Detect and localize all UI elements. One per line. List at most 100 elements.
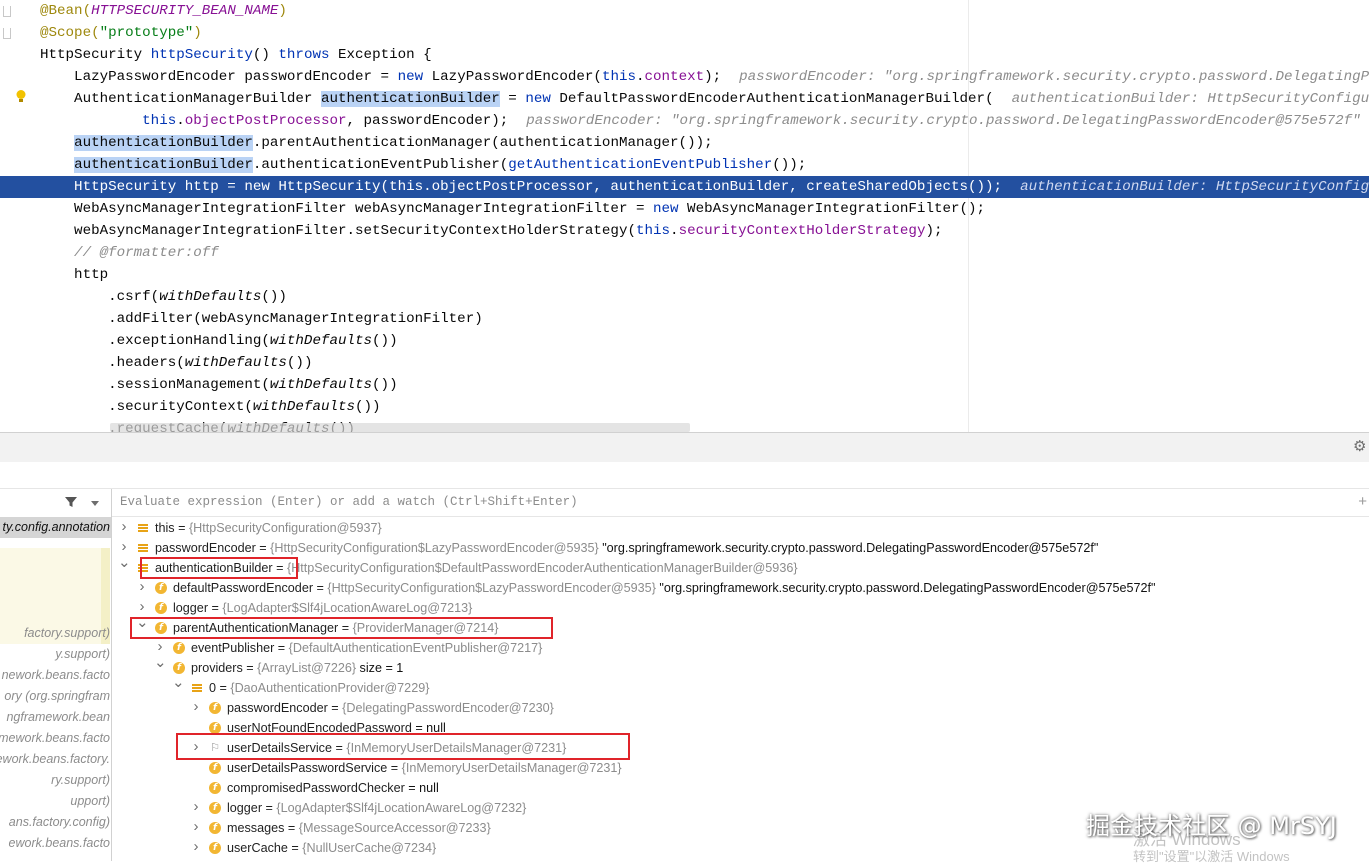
add-watch-icon[interactable]: + [1358, 493, 1367, 510]
variable-type: {DefaultAuthenticationEventPublisher@721… [288, 641, 543, 655]
code-line[interactable]: WebAsyncManagerIntegrationFilter webAsyn… [0, 198, 1369, 220]
chevron-right-icon[interactable]: › [190, 797, 202, 817]
frame-item[interactable]: ans.factory.config) [9, 812, 110, 833]
code-line-text: AuthenticationManagerBuilder authenticat… [40, 88, 1369, 110]
chevron-down-icon[interactable]: ⌄ [154, 653, 167, 673]
equals-sign: = [242, 661, 258, 675]
code-editor[interactable]: @Bean(HTTPSECURITY_BEAN_NAME) @Scope("pro… [0, 0, 1369, 432]
chevron-right-icon[interactable]: › [190, 817, 202, 837]
code-line[interactable]: authenticationBuilder.parentAuthenticati… [0, 132, 1369, 154]
code-token: HTTPSECURITY_BEAN_NAME [91, 3, 279, 19]
code-line-text: @Bean(HTTPSECURITY_BEAN_NAME) [40, 0, 287, 22]
frame-item[interactable]: ry.support) [51, 770, 110, 791]
frame-item-selected[interactable]: ty.config.annotation [0, 517, 111, 538]
variable-row[interactable]: f compromisedPasswordChecker = null [112, 778, 1362, 798]
frame-item[interactable]: ngframework.bean [6, 707, 110, 728]
code-token: ); [925, 223, 943, 239]
variable-row[interactable]: › f eventPublisher = {DefaultAuthenticatio… [112, 638, 1362, 658]
code-token: .csrf( [40, 289, 160, 305]
code-line-text: // @formatter:off [40, 242, 219, 264]
frame-item[interactable]: ory (org.springfram [4, 686, 110, 707]
field-icon: f [155, 602, 167, 614]
inline-debug-value: passwordEncoder: "org.springframework.se… [526, 113, 1361, 129]
current-execution-line[interactable]: HttpSecurity http = new HttpSecurity(thi… [0, 176, 1369, 198]
code-line[interactable]: .csrf(withDefaults()) [0, 286, 1369, 308]
code-line[interactable]: @Bean(HTTPSECURITY_BEAN_NAME) [0, 0, 1369, 22]
evaluate-expression-input[interactable]: Evaluate expression (Enter) or add a wat… [120, 495, 578, 509]
code-token: authenticationBuilder [320, 91, 500, 107]
code-line[interactable]: .headers(withDefaults()) [0, 352, 1369, 374]
variable-type: {DaoAuthenticationProvider@7229} [230, 681, 430, 695]
code-line[interactable]: this.objectPostProcessor, passwordEncode… [0, 110, 1369, 132]
variable-row[interactable]: › f logger = {LogAdapter$Slf4jLocationAwar… [112, 598, 1362, 618]
code-line[interactable]: @Scope("prototype") [0, 22, 1369, 44]
filter-icon[interactable] [64, 495, 78, 509]
variable-row[interactable]: › this = {HttpSecurityConfiguration@5937} [112, 518, 1362, 538]
code-line[interactable]: authenticationBuilder.authenticationEven… [0, 154, 1369, 176]
variable-row[interactable]: › passwordEncoder = {HttpSecurityConfigur… [112, 538, 1362, 558]
code-token: WebAsyncManagerIntegrationFilter webAsyn… [40, 201, 653, 217]
code-token: throws [278, 47, 330, 63]
variable-name: providers [191, 661, 243, 675]
chevron-right-icon[interactable]: › [190, 837, 202, 857]
equals-sign: = [327, 701, 343, 715]
variable-value: = null [404, 781, 439, 795]
code-line-text: this.objectPostProcessor, passwordEncode… [40, 110, 1361, 132]
variable-name: messages [227, 821, 285, 835]
code-token: HttpSecurity [40, 47, 151, 63]
chevron-down-icon[interactable] [91, 501, 99, 506]
code-line[interactable]: webAsyncManagerIntegrationFilter.setSecu… [0, 220, 1369, 242]
frame-item[interactable]: nework.beans.facto [2, 665, 110, 686]
inline-debug-value: passwordEncoder: "org.springframework.se… [739, 69, 1369, 85]
code-line[interactable]: .exceptionHandling(withDefaults()) [0, 330, 1369, 352]
code-line[interactable]: http [0, 264, 1369, 286]
variable-name: this [155, 521, 175, 535]
local-variable-icon [137, 522, 149, 534]
code-token: ()) [261, 289, 287, 305]
code-line[interactable]: .securityContext(withDefaults()) [0, 396, 1369, 418]
code-line[interactable]: .sessionManagement(withDefaults()) [0, 374, 1369, 396]
code-token: . [670, 223, 679, 239]
variable-row[interactable]: ⌄ authenticationBuilder = {HttpSecurityCo… [112, 554, 1362, 578]
code-line[interactable]: AuthenticationManagerBuilder authenticat… [0, 88, 1369, 110]
field-icon: f [209, 762, 221, 774]
code-token: LazyPasswordEncoder passwordEncoder = [40, 69, 398, 85]
code-token: . [636, 69, 645, 85]
code-token: // @formatter:off [40, 245, 219, 261]
chevron-down-icon[interactable]: ⌄ [172, 673, 185, 693]
chevron-right-icon[interactable]: › [118, 517, 130, 537]
frame-item[interactable]: factory.support) [24, 623, 110, 644]
frame-item[interactable]: ework.beans.factory. [0, 749, 110, 770]
horizontal-scrollbar[interactable] [110, 423, 690, 432]
variable-name: userCache [227, 841, 288, 855]
frame-item[interactable]: ework.beans.facto [9, 833, 110, 854]
chevron-right-icon[interactable]: › [136, 577, 148, 597]
code-line[interactable]: .addFilter(webAsyncManagerIntegrationFil… [0, 308, 1369, 330]
frame-item[interactable]: y.support) [55, 644, 110, 665]
variable-row[interactable]: › f passwordEncoder = {DelegatingPasswordE… [112, 698, 1362, 718]
variable-text: defaultPasswordEncoder = {HttpSecurityCo… [173, 578, 1156, 598]
variable-row[interactable]: ⌄ f providers = {ArrayList@7226} size = 1 [112, 654, 1362, 678]
evaluate-expression-bar[interactable]: Evaluate expression (Enter) or add a wat… [112, 489, 1369, 517]
variable-name: logger [173, 601, 209, 615]
code-token: . [176, 113, 185, 129]
code-line[interactable]: // @formatter:off [0, 242, 1369, 264]
variable-row[interactable]: › f defaultPasswordEncoder = {HttpSecurity… [112, 578, 1362, 598]
code-token: () [252, 47, 279, 63]
variable-row[interactable]: ⌄ 0 = {DaoAuthenticationProvider@7229} [112, 674, 1362, 698]
variable-text: passwordEncoder = {DelegatingPasswordEnc… [227, 698, 554, 718]
frame-item[interactable]: upport) [70, 791, 110, 812]
code-token: = [499, 91, 526, 107]
code-token: objectPostProcessor [184, 113, 347, 129]
code-line[interactable]: LazyPasswordEncoder passwordEncoder = ne… [0, 66, 1369, 88]
variable-type: {HttpSecurityConfiguration$DefaultPasswo… [286, 561, 798, 575]
code-line[interactable]: HttpSecurity httpSecurity() throws Excep… [0, 44, 1369, 66]
annotation-box-user-details-service [176, 733, 630, 760]
variable-name: 0 [209, 681, 217, 695]
gear-icon[interactable]: ⚙ [1353, 439, 1369, 455]
code-line-text: HttpSecurity http = new HttpSecurity(thi… [40, 176, 1369, 198]
frame-item[interactable]: mework.beans.facto [0, 728, 110, 749]
chevron-down-icon[interactable]: ⌄ [118, 553, 131, 573]
chevron-right-icon[interactable]: › [190, 697, 202, 717]
variable-row[interactable]: f userDetailsPasswordService = {InMemoryU… [112, 758, 1362, 778]
